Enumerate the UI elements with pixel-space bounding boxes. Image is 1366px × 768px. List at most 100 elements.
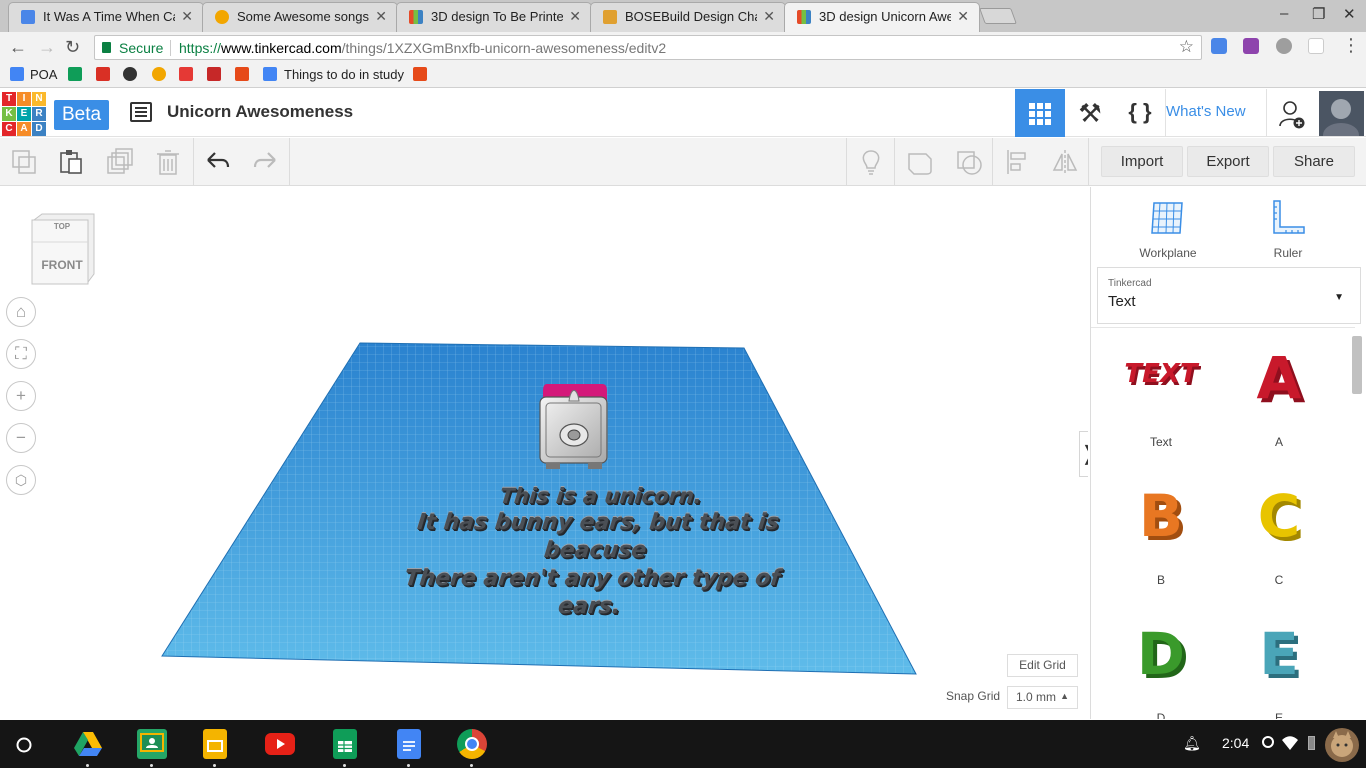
3d-view-icon[interactable] [1015, 89, 1065, 137]
mirror-icon[interactable] [1051, 148, 1079, 176]
add-user-icon[interactable] [1278, 99, 1306, 129]
extension-arrow-icon[interactable] [1308, 38, 1324, 54]
address-bar[interactable]: Secure https://www.tinkercad.com/things/… [94, 35, 1202, 60]
bookmark-icon[interactable] [123, 67, 137, 81]
shape-a[interactable]: A A A [1239, 338, 1319, 458]
bookmark-poa[interactable]: POA [30, 67, 57, 83]
close-icon[interactable]: ✕ [181, 8, 193, 25]
restore-icon[interactable]: ❐ [1312, 5, 1325, 23]
back-arrow-icon[interactable]: ← [9, 37, 27, 58]
3d-text-model[interactable]: This is a unicorn. It has bunny ears, bu… [373, 483, 818, 621]
youtube-app[interactable] [265, 733, 295, 755]
import-button[interactable]: Import [1101, 146, 1183, 177]
perspective-cube-icon[interactable]: ⬡ [6, 465, 36, 495]
panel-scrollbar[interactable] [1352, 336, 1362, 394]
docs-favicon-icon [21, 10, 35, 24]
export-button[interactable]: Export [1187, 146, 1269, 177]
menu-dots-icon[interactable]: ⋮ [1342, 35, 1360, 56]
google-docs-app[interactable] [397, 729, 421, 767]
fit-view-icon[interactable]: ⛶ [6, 339, 36, 369]
browser-tab-active[interactable]: 3D design Unicorn Awes ✕ [784, 2, 980, 32]
shape-library-select[interactable]: Tinkercad Text ▼ [1097, 267, 1361, 324]
slides-icon [207, 740, 223, 752]
close-icon[interactable]: ✕ [569, 8, 581, 25]
google-slides-app[interactable] [203, 729, 227, 767]
close-icon[interactable]: ✕ [375, 8, 387, 25]
battery-icon[interactable] [1308, 736, 1315, 750]
ungroup-icon[interactable] [955, 148, 983, 176]
shape-c[interactable]: C C C [1239, 476, 1319, 596]
group-icon[interactable] [906, 148, 934, 176]
browser-tab[interactable]: It Was A Time When Car ✕ [8, 2, 204, 32]
ruler-button[interactable]: Ruler [1243, 195, 1333, 265]
3d-workspace[interactable]: This is a unicorn. It has bunny ears, bu… [0, 187, 1088, 719]
copy-icon[interactable] [10, 148, 38, 176]
redo-icon[interactable] [251, 148, 279, 176]
bookmark-things-to-do[interactable]: Things to do in study [284, 67, 404, 83]
codeblocks-icon[interactable]: { } [1115, 89, 1165, 137]
pickaxe-icon[interactable]: ⚒ [1065, 89, 1115, 137]
edit-grid-button[interactable]: Edit Grid [1007, 654, 1078, 677]
minimize-icon[interactable]: – [1280, 5, 1288, 22]
puzzle-extension-icon[interactable] [1243, 38, 1259, 54]
extension-icon[interactable] [1276, 38, 1292, 54]
translate-extension-icon[interactable] [1211, 38, 1227, 54]
snap-grid-select[interactable]: 1.0 mm ▲ [1007, 686, 1078, 709]
drive-icon [74, 732, 102, 756]
workplane-canvas[interactable] [0, 187, 1088, 719]
paste-icon[interactable] [57, 148, 85, 176]
beta-badge[interactable]: Beta [54, 100, 109, 130]
whats-new-link[interactable]: What's New [1166, 103, 1246, 120]
tab-title: It Was A Time When Car [43, 9, 175, 24]
sheets-bookmark-icon[interactable] [68, 67, 82, 81]
tinkercad-logo[interactable]: TIN KER CAD [2, 92, 46, 136]
reload-icon[interactable]: ↻ [65, 37, 80, 58]
divider [170, 40, 171, 56]
share-button[interactable]: Share [1273, 146, 1355, 177]
bookmark-icon[interactable] [152, 67, 166, 81]
avatar[interactable] [1319, 91, 1364, 136]
align-icon[interactable] [1004, 148, 1032, 176]
user-avatar[interactable] [1325, 728, 1359, 762]
bookmark-icon[interactable] [96, 67, 110, 81]
design-list-icon[interactable] [130, 102, 152, 122]
shape-text[interactable]: TEXT TEXT Text [1121, 338, 1202, 458]
delete-icon[interactable] [154, 148, 182, 176]
chrome-app[interactable] [457, 729, 487, 767]
google-sheets-app[interactable] [333, 729, 357, 767]
google-classroom-app[interactable] [137, 729, 167, 767]
sync-status-icon[interactable] [1262, 736, 1274, 748]
bookmark-icon[interactable] [413, 67, 427, 81]
window-close-icon[interactable]: ✕ [1343, 5, 1356, 23]
bookmark-icon[interactable] [235, 67, 249, 81]
zoom-out-icon[interactable]: − [6, 423, 36, 453]
shape-e[interactable]: E E E [1239, 614, 1319, 719]
url-text[interactable]: https://www.tinkercad.com/things/1XZXGmB… [179, 40, 666, 56]
forward-arrow-icon[interactable]: → [38, 37, 56, 58]
system-clock[interactable]: 2:04 [1222, 735, 1249, 751]
notifications-bell-icon[interactable]: 🔔︎ [1183, 735, 1201, 752]
bookmark-icon[interactable] [207, 67, 221, 81]
browser-tab[interactable]: 3D design To Be Printed ✕ [396, 2, 592, 32]
browser-tab[interactable]: BOSEBuild Design Challe ✕ [590, 2, 786, 32]
view-cube[interactable]: TOP FRONT [28, 212, 96, 292]
lightbulb-icon[interactable] [857, 148, 885, 176]
duplicate-icon[interactable] [105, 148, 133, 176]
new-tab-button[interactable] [979, 8, 1017, 24]
shape-b[interactable]: B B B [1121, 476, 1201, 596]
google-drive-app[interactable] [73, 729, 103, 767]
browser-tab[interactable]: Some Awesome songs!!! ✕ [202, 2, 398, 32]
home-view-icon[interactable]: ⌂ [6, 297, 36, 327]
collapse-panel-button[interactable]: ❭ [1079, 431, 1088, 477]
design-title[interactable]: Unicorn Awesomeness [167, 102, 353, 122]
zoom-in-icon[interactable]: + [6, 381, 36, 411]
close-icon[interactable]: ✕ [763, 8, 775, 25]
undo-icon[interactable] [204, 148, 232, 176]
shape-d[interactable]: D D D [1121, 614, 1201, 719]
workplane-button[interactable]: Workplane [1123, 195, 1213, 265]
launcher-icon[interactable] [15, 736, 33, 754]
close-icon[interactable]: ✕ [957, 8, 969, 25]
bookmark-star-icon[interactable]: ☆ [1179, 37, 1194, 57]
bookmark-icon[interactable] [179, 67, 193, 81]
wifi-icon[interactable] [1282, 736, 1298, 750]
